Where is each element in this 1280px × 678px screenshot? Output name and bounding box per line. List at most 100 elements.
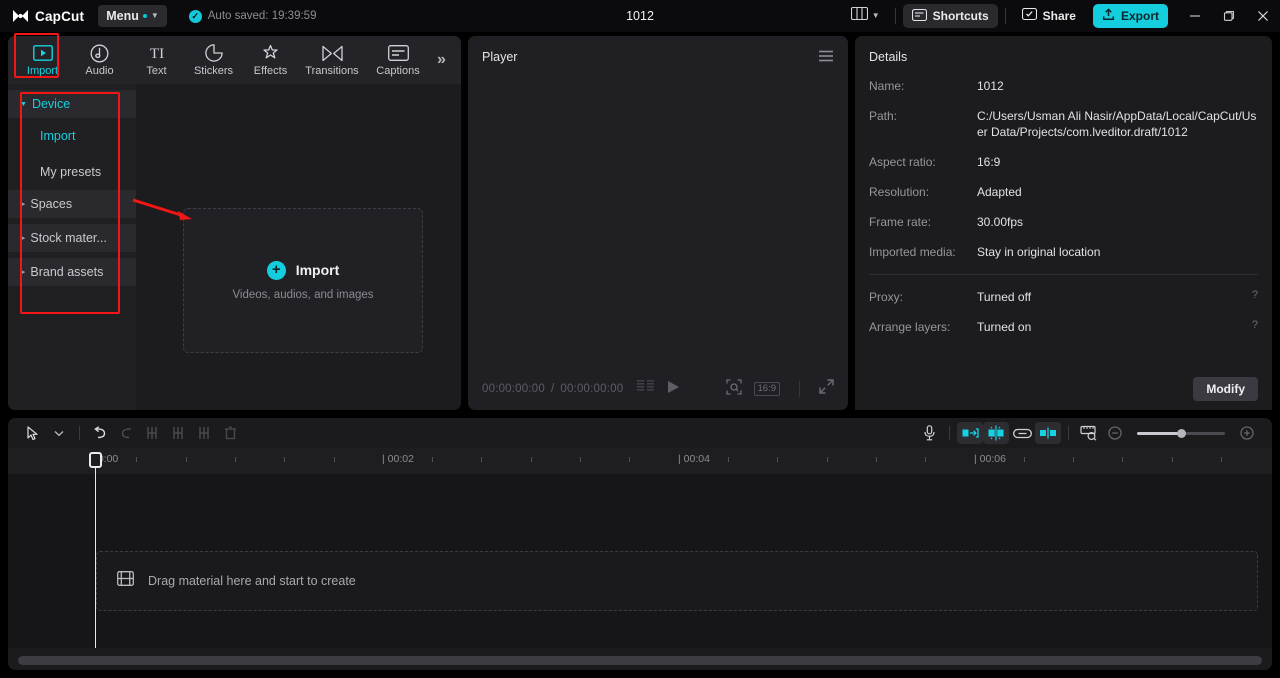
fullscreen-icon[interactable]	[819, 379, 834, 399]
import-dropzone-subtitle: Videos, audios, and images	[232, 289, 373, 301]
detail-value: Turned off	[977, 289, 1245, 305]
timeline-toolbar	[8, 418, 1272, 448]
sidebar-item-my-presets[interactable]: My presets	[8, 154, 136, 190]
sidebar-item-label: Brand assets	[30, 265, 103, 279]
sidebar-item-import[interactable]: Import	[8, 118, 136, 154]
ruler-tick-minor	[186, 457, 187, 462]
timeline-ruler[interactable]: 00:00 | 00:02 | 00:04 | 00:06	[8, 448, 1272, 474]
import-icon	[33, 44, 53, 63]
export-button[interactable]: Export	[1093, 4, 1168, 28]
sidebar-item-device[interactable]: ▼ Device	[8, 90, 136, 118]
delete-icon	[217, 422, 243, 444]
brand-label: CapCut	[35, 9, 84, 24]
player-menu-icon[interactable]	[818, 50, 834, 65]
ruler-icon[interactable]	[1076, 422, 1102, 444]
timeline-toolbar-right	[916, 422, 1260, 444]
ruler-tick-minor	[728, 457, 729, 462]
aspect-ratio-button[interactable]: 16:9	[754, 382, 781, 396]
import-dropzone[interactable]: + Import Videos, audios, and images	[183, 208, 423, 353]
tab-audio[interactable]: Audio	[71, 38, 128, 82]
zoom-fit-icon[interactable]	[726, 379, 742, 400]
ruler-label: | 00:04	[678, 453, 710, 465]
sidebar-item-stock-materials[interactable]: ▶ Stock mater...	[8, 224, 136, 252]
detail-value: Adapted	[977, 184, 1258, 200]
window-controls	[1178, 0, 1280, 32]
sidebar-item-label: My presets	[40, 165, 101, 179]
tab-import-label: Import	[27, 65, 58, 77]
player-panel: Player 00:00:00:00 / 00:00:00:00	[468, 36, 848, 410]
export-icon	[1102, 8, 1115, 24]
timeline-canvas[interactable]: Drag material here and start to create	[8, 474, 1272, 648]
zoom-in-button[interactable]	[1234, 422, 1260, 444]
tab-stickers[interactable]: Stickers	[185, 38, 242, 82]
triangle-right-icon: ▶	[20, 268, 25, 276]
magnet-snap-icon[interactable]	[983, 422, 1009, 444]
zoom-slider-knob[interactable]	[1177, 429, 1186, 438]
auto-cut-icon[interactable]	[957, 422, 983, 444]
sticker-icon	[205, 44, 223, 63]
text-icon: TI	[145, 44, 169, 63]
help-icon[interactable]: ?	[1245, 289, 1258, 305]
timeline-drop-label: Drag material here and start to create	[148, 574, 356, 588]
maximize-button[interactable]	[1212, 0, 1246, 32]
tab-effects-label: Effects	[254, 65, 287, 77]
player-controls: 00:00:00:00 / 00:00:00:00	[468, 368, 848, 410]
tab-import[interactable]: Import	[14, 38, 71, 82]
frame-step-icon[interactable]	[637, 380, 655, 398]
tab-transitions-label: Transitions	[305, 65, 358, 77]
ruler-tick-minor	[1122, 457, 1123, 462]
shortcuts-button[interactable]: Shortcuts	[903, 4, 998, 28]
share-button[interactable]: Share	[1013, 4, 1085, 28]
ruler-tick-minor	[334, 457, 335, 462]
ruler-tick-minor	[1024, 457, 1025, 462]
detail-key: Frame rate:	[869, 214, 977, 230]
tab-transitions[interactable]: Transitions	[299, 38, 365, 82]
plus-icon: +	[267, 261, 286, 280]
ruler-tick-minor	[827, 457, 828, 462]
tab-effects[interactable]: Effects	[242, 38, 299, 82]
minimize-button[interactable]	[1178, 0, 1212, 32]
time-separator: /	[551, 383, 554, 395]
autosave-label: Auto saved: 19:39:59	[208, 10, 317, 22]
link-icon[interactable]	[1009, 422, 1035, 444]
help-icon[interactable]: ?	[1245, 319, 1258, 335]
playhead-handle[interactable]	[89, 452, 102, 468]
audio-icon	[90, 44, 109, 63]
detail-key: Path:	[869, 108, 977, 140]
svg-text:TI: TI	[149, 46, 163, 61]
ruler-tick-minor	[777, 457, 778, 462]
chevron-down-icon[interactable]	[46, 422, 72, 444]
zoom-slider[interactable]	[1137, 432, 1225, 435]
chevron-down-icon: ▼	[872, 12, 880, 20]
undo-icon[interactable]	[87, 422, 113, 444]
mirror-icon[interactable]	[1035, 422, 1061, 444]
menu-button[interactable]: Menu ▼	[98, 5, 167, 27]
timeline-horizontal-scrollbar[interactable]	[18, 656, 1262, 665]
effects-icon	[261, 44, 280, 63]
detail-value: 30.00fps	[977, 214, 1258, 230]
timeline-drop-track[interactable]: Drag material here and start to create	[96, 551, 1258, 611]
modify-button[interactable]: Modify	[1193, 377, 1258, 401]
divider	[869, 274, 1258, 275]
player-current-time: 00:00:00:00	[482, 383, 545, 395]
ruler-tick-minor	[136, 457, 137, 462]
player-stage[interactable]	[468, 78, 848, 368]
ruler-label: | 00:02	[382, 453, 414, 465]
close-button[interactable]	[1246, 0, 1280, 32]
microphone-icon[interactable]	[916, 422, 942, 444]
cursor-icon[interactable]	[20, 422, 46, 444]
tab-captions[interactable]: Captions	[365, 38, 431, 82]
divider	[79, 426, 80, 440]
detail-key: Arrange layers:	[869, 319, 977, 335]
more-tabs-icon[interactable]: »	[437, 51, 446, 69]
zoom-out-button[interactable]	[1102, 422, 1128, 444]
play-button[interactable]	[667, 380, 680, 399]
sidebar-item-spaces[interactable]: ▶ Spaces	[8, 190, 136, 218]
capcut-logo-icon	[12, 9, 29, 23]
player-total-time: 00:00:00:00	[560, 383, 623, 395]
tab-text[interactable]: TI Text	[128, 38, 185, 82]
sidebar-item-brand-assets[interactable]: ▶ Brand assets	[8, 258, 136, 286]
split-left-icon	[139, 422, 165, 444]
layout-button[interactable]: ▼	[843, 7, 888, 25]
detail-value: 1012	[977, 78, 1258, 94]
